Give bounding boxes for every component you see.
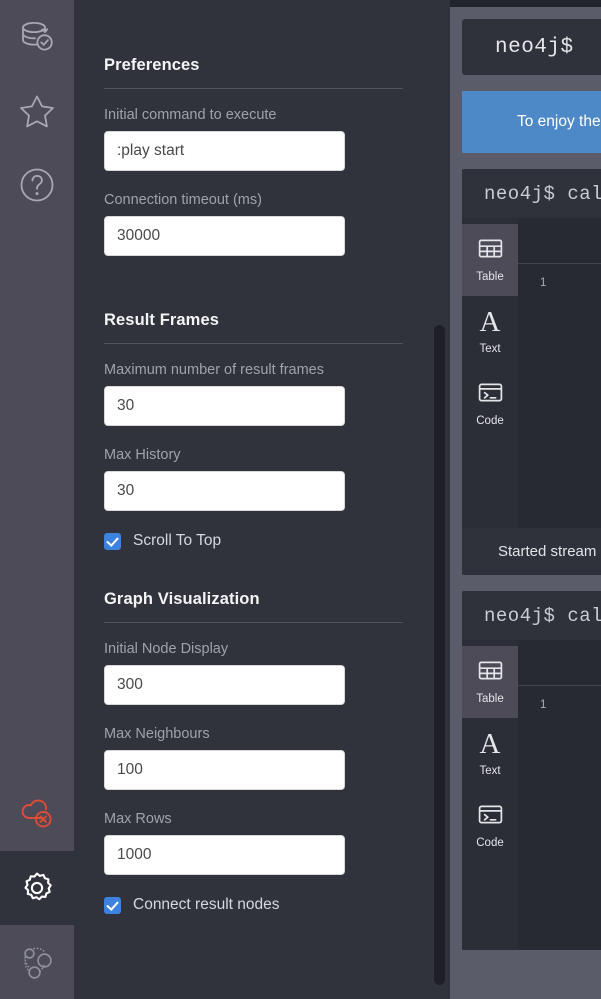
settings-section: Preferences Initial command to execute Con… [104,56,420,311]
tab-label: Code [476,414,504,427]
field-label: Maximum number of result frames [104,362,324,378]
table-icon [478,238,503,264]
setting-input[interactable] [104,471,345,511]
code-icon [478,804,503,830]
text-icon: A [479,728,501,760]
settings-drawer: Preferences Initial command to execute Con… [74,0,450,999]
setting-input[interactable] [104,216,345,256]
checkbox-label: Connect result nodes [133,896,280,913]
result-table-content: 1 [518,640,601,950]
section-title: Preferences [104,56,200,74]
tab-label: Table [476,270,504,283]
database-icon [16,16,58,58]
cypher-editor-bar[interactable]: neo4j$ [462,19,601,75]
checkbox-checked-icon[interactable] [104,532,121,550]
section-divider [104,88,403,89]
tab-label: Text [479,765,501,777]
section-divider [104,622,403,623]
tab-label: Code [476,836,504,849]
result-frame-command: neo4j$ call [484,182,601,205]
field-label: Max Neighbours [104,726,210,742]
result-frame: neo4j$ call Table A Text Code 1 Started stream [462,169,601,575]
question-circle-icon [16,164,58,206]
setting-checkbox-row[interactable]: Scroll To Top [104,532,420,550]
code-icon [478,382,503,408]
section-title: Result Frames [104,311,220,329]
sidebar-item-documents[interactable] [0,148,74,222]
setting-input[interactable] [104,665,345,705]
section-title: Graph Visualization [104,590,260,608]
result-frame-body: Table A Text Code 1 [462,218,601,528]
field-label: Max Rows [104,811,172,827]
gear-icon [17,868,57,908]
result-frame-status-text: Started stream [498,543,597,560]
field-label: Max History [104,447,181,463]
result-table-content: 1 [518,218,601,528]
cloud-disconnected-icon [16,793,58,835]
result-frames-list: neo4j$ call Table A Text Code 1 Started stream… [462,169,601,950]
setting-input[interactable] [104,386,345,426]
settings-section: Graph Visualization Initial Node Display M… [104,590,420,914]
checkbox-label: Scroll To Top [133,532,222,549]
tab-table[interactable]: Table [462,646,518,718]
result-frame-command-bar[interactable]: neo4j$ call [462,169,601,218]
setting-input[interactable] [104,835,345,875]
text-icon: A [479,306,501,338]
result-row-number: 1 [540,277,547,289]
setting-checkbox-row[interactable]: Connect result nodes [104,896,420,914]
settings-sections: Preferences Initial command to execute Con… [74,0,450,914]
tab-label: Table [476,692,504,705]
sidebar-item-about-neo4j[interactable] [0,925,74,999]
field-label: Initial Node Display [104,641,229,657]
drawer-scrollbar[interactable] [434,0,448,999]
settings-section: Result Frames Maximum number of result fr… [104,311,420,590]
sidebar-item-cloud-services[interactable] [0,777,74,851]
result-frame: neo4j$ call Table A Text Code 1 [462,591,601,950]
field-label: Initial command to execute [104,107,277,123]
field-label: Connection timeout (ms) [104,192,262,208]
setting-input[interactable] [104,750,345,790]
text-icon-glyph: A [479,306,501,338]
rail-bottom-group [0,777,74,999]
result-frame-command: neo4j$ call [484,604,601,627]
section-divider [104,343,403,344]
drawer-scrollbar-thumb[interactable] [434,325,445,985]
tab-text[interactable]: A Text [462,296,518,368]
stage-top-strip [450,0,601,7]
result-table-header-row [518,640,601,686]
tab-label: Text [479,343,501,355]
result-frame-status-bar: Started stream [462,528,601,575]
tab-table[interactable]: Table [462,224,518,296]
result-view-tabs: Table A Text Code [462,218,518,528]
graph-nodes-icon [16,941,58,983]
setting-input[interactable] [104,131,345,171]
table-icon [478,660,503,686]
tab-code[interactable]: Code [462,368,518,440]
result-row-number: 1 [540,699,547,711]
info-banner-text: To enjoy the ful [517,113,601,130]
sidebar-item-favorites[interactable] [0,74,74,148]
star-icon [16,90,58,132]
result-view-tabs: Table A Text Code [462,640,518,950]
sidebar-item-database[interactable] [0,0,74,74]
tab-text[interactable]: A Text [462,718,518,790]
result-frame-command-bar[interactable]: neo4j$ call [462,591,601,640]
sidebar-item-browser-settings[interactable] [0,851,74,925]
neo4j-browser-window: Preferences Initial command to execute Con… [0,0,601,999]
result-table-header-row [518,218,601,264]
checkbox-checked-icon[interactable] [104,896,121,914]
info-banner[interactable]: To enjoy the ful [462,91,601,153]
result-frame-body: Table A Text Code 1 [462,640,601,950]
main-stage: neo4j$ To enjoy the ful neo4j$ call Table… [450,0,601,999]
stage-scroll-area: neo4j$ To enjoy the ful neo4j$ call Table… [450,7,601,999]
tab-code[interactable]: Code [462,790,518,862]
editor-prompt: neo4j$ [495,35,574,59]
left-icon-rail [0,0,74,999]
text-icon-glyph: A [479,728,501,760]
rail-top-group [0,0,74,222]
